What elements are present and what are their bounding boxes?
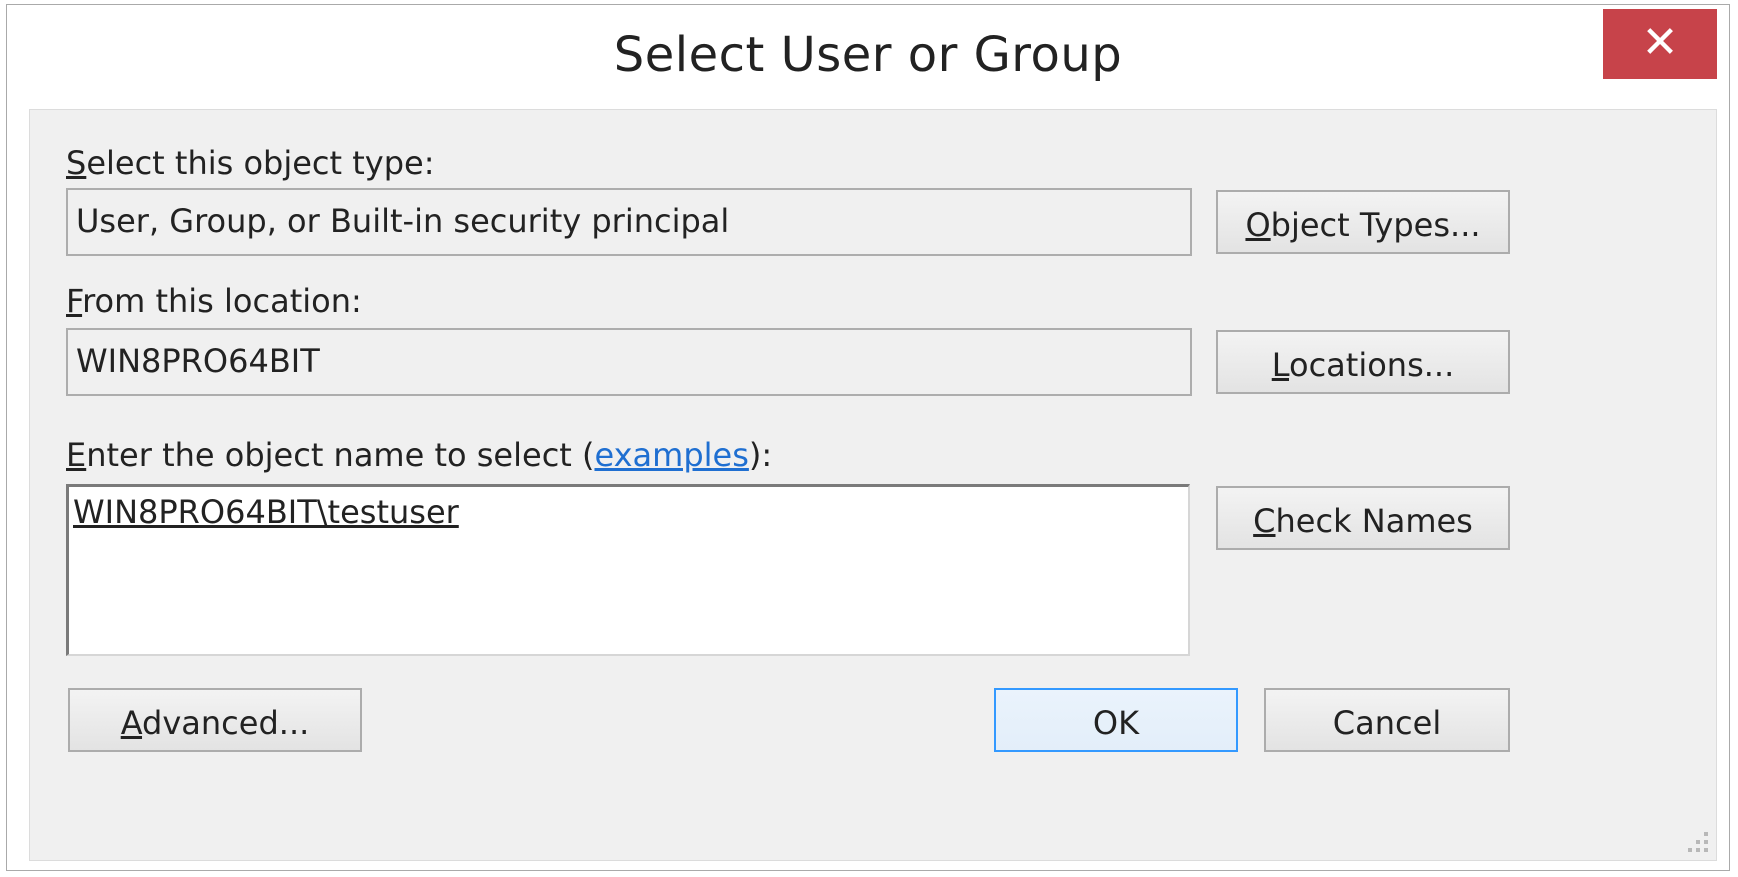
dialog-client-area: Select this object type: User, Group, or…: [29, 109, 1717, 861]
location-field: WIN8PRO64BIT: [66, 328, 1192, 396]
object-type-field: User, Group, or Built-in security princi…: [66, 188, 1192, 256]
cancel-button[interactable]: Cancel: [1264, 688, 1510, 752]
locations-button[interactable]: Locations...: [1216, 330, 1510, 394]
resize-grip-icon[interactable]: [1682, 826, 1712, 856]
object-types-button[interactable]: Object Types...: [1216, 190, 1510, 254]
close-icon: ✕: [1641, 17, 1679, 68]
ok-button[interactable]: OK: [994, 688, 1238, 752]
examples-link[interactable]: examples: [594, 436, 748, 474]
object-name-input[interactable]: WIN8PRO64BIT\testuser: [66, 484, 1190, 656]
dialog-title: Select User or Group: [613, 27, 1123, 83]
select-user-or-group-dialog: Select User or Group ✕ Select this objec…: [6, 4, 1730, 871]
resolved-object-name: WIN8PRO64BIT\testuser: [73, 493, 459, 531]
object-name-label: Enter the object name to select (example…: [66, 436, 773, 474]
location-label: From this location:: [66, 282, 362, 320]
title-bar[interactable]: Select User or Group ✕: [7, 5, 1729, 109]
advanced-button[interactable]: Advanced...: [68, 688, 362, 752]
object-type-label: Select this object type:: [66, 144, 435, 182]
check-names-button[interactable]: Check Names: [1216, 486, 1510, 550]
close-button[interactable]: ✕: [1603, 9, 1717, 79]
